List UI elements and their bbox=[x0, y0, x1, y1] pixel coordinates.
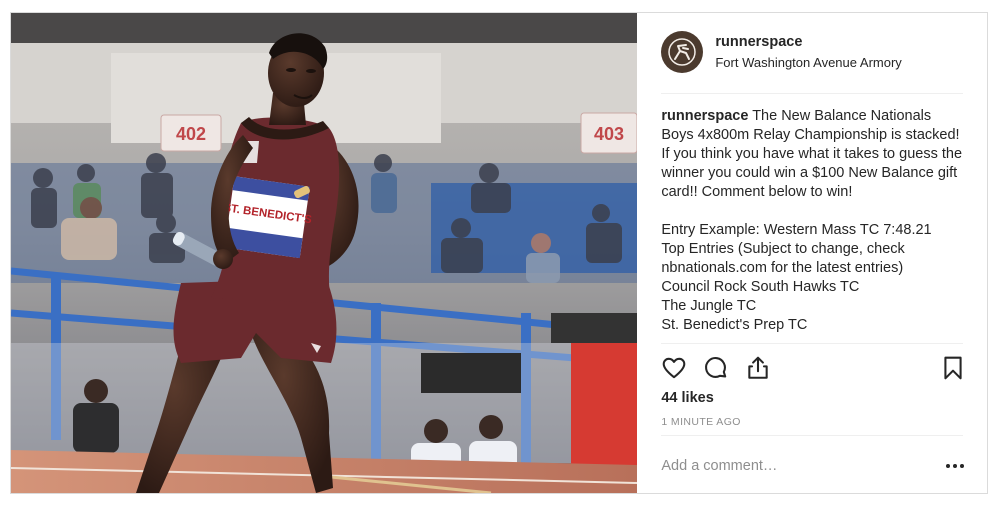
avatar[interactable] bbox=[661, 31, 704, 73]
caption-line: Entry Example: Western Mass TC 7:48.21 bbox=[661, 222, 932, 238]
header-divider bbox=[661, 93, 963, 94]
post-photo-illustration: 402 403 ST. BENEDICT'S bbox=[11, 13, 638, 493]
post-header: runnerspace Fort Washington Avenue Armor… bbox=[637, 13, 987, 93]
post-username[interactable]: runnerspace bbox=[715, 34, 901, 50]
caption-line: St. Benedict's Prep TC bbox=[661, 317, 808, 333]
comment-box bbox=[661, 435, 966, 493]
runnerspace-logo-icon bbox=[668, 38, 697, 66]
caption-divider bbox=[661, 343, 963, 344]
heart-icon[interactable] bbox=[661, 355, 687, 381]
banner-left-text: 402 bbox=[176, 124, 206, 144]
action-bar bbox=[661, 355, 966, 383]
post-timestamp[interactable]: 1 MINUTE AGO bbox=[661, 416, 740, 428]
post-photo[interactable]: 402 403 ST. BENEDICT'S bbox=[11, 13, 638, 493]
caption-line: Top Entries (Subject to change, check nb… bbox=[661, 241, 905, 276]
comment-input[interactable] bbox=[661, 455, 912, 477]
post-side-panel: runnerspace Fort Washington Avenue Armor… bbox=[637, 13, 987, 493]
caption: runnerspace The New Balance Nationals Bo… bbox=[661, 107, 966, 341]
likes-count[interactable]: 44 likes bbox=[661, 390, 713, 406]
comment-icon[interactable] bbox=[703, 355, 729, 381]
instagram-post: 402 403 ST. BENEDICT'S runnerspace Fort … bbox=[10, 12, 988, 494]
bookmark-icon[interactable] bbox=[940, 355, 966, 381]
caption-line: Council Rock South Hawks TC bbox=[661, 279, 860, 295]
share-icon[interactable] bbox=[745, 355, 771, 381]
post-location[interactable]: Fort Washington Avenue Armory bbox=[715, 55, 901, 70]
banner-right-text: 403 bbox=[594, 124, 624, 144]
caption-username[interactable]: runnerspace bbox=[661, 108, 748, 124]
more-options-icon[interactable] bbox=[944, 457, 966, 475]
caption-line: The Jungle TC bbox=[661, 298, 757, 314]
